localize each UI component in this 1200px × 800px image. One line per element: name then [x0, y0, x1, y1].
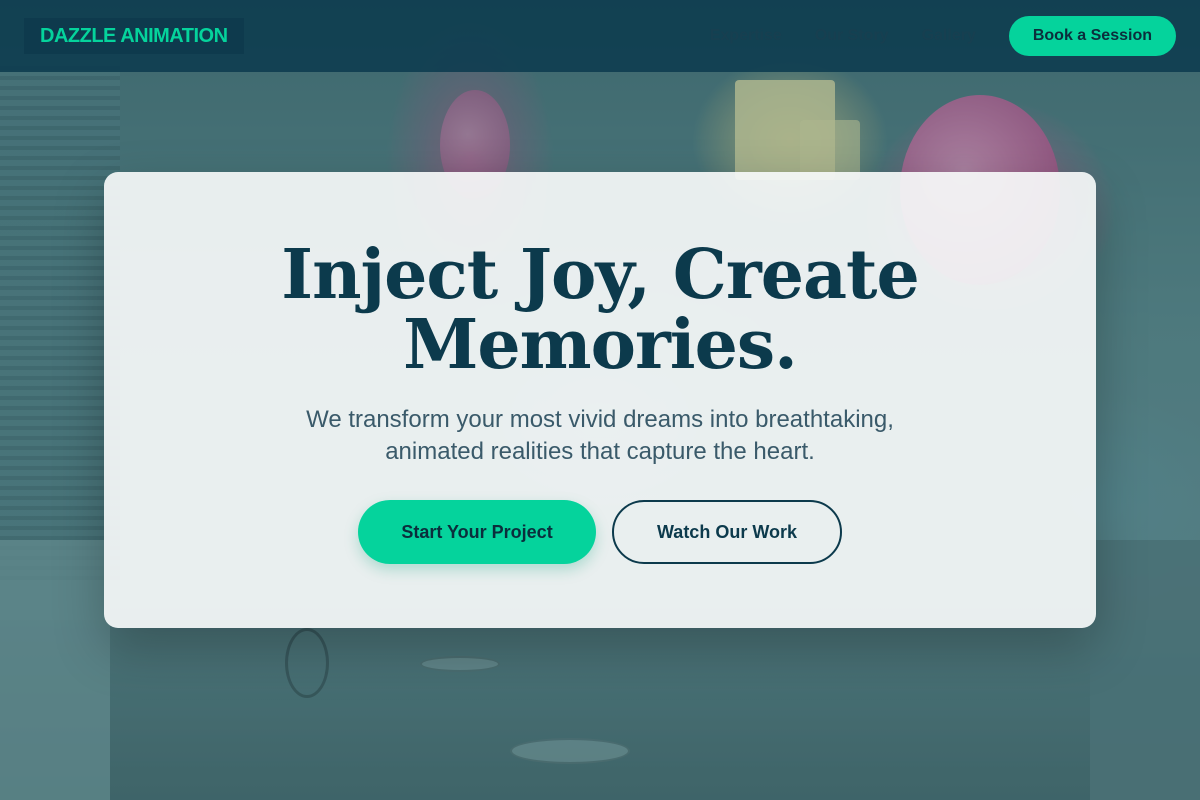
hero-title: Inject Joy, Create Memories.	[104, 240, 1096, 380]
hero-subtitle-line-2: animated realities that capture the hear…	[385, 438, 815, 465]
brand-logo[interactable]: DAZZLE ANIMATION	[24, 18, 244, 54]
book-session-button[interactable]: Book a Session	[1008, 16, 1176, 56]
nav-link-expertise[interactable]: Expertise	[710, 27, 782, 45]
hero-card: Inject Joy, Create Memories. We transfor…	[104, 172, 1096, 628]
nav-link-our-story[interactable]: Our Story	[815, 27, 889, 45]
hero-button-group: Start Your Project Watch Our Work	[104, 500, 1096, 564]
start-project-button[interactable]: Start Your Project	[358, 500, 596, 564]
hero-subtitle: We transform your most vivid dreams into…	[104, 404, 1096, 468]
hero-title-line-2: Memories.	[403, 305, 798, 385]
hero-subtitle-line-1: We transform your most vivid dreams into…	[306, 406, 894, 433]
nav-link-gallery[interactable]: Gallery	[922, 27, 976, 45]
nav-links: Expertise Our Story Gallery Book a Sessi…	[710, 16, 1176, 56]
watch-work-button[interactable]: Watch Our Work	[612, 500, 842, 564]
top-navbar: DAZZLE ANIMATION Expertise Our Story Gal…	[0, 0, 1200, 72]
hero-title-line-1: Inject Joy, Create	[281, 235, 919, 315]
